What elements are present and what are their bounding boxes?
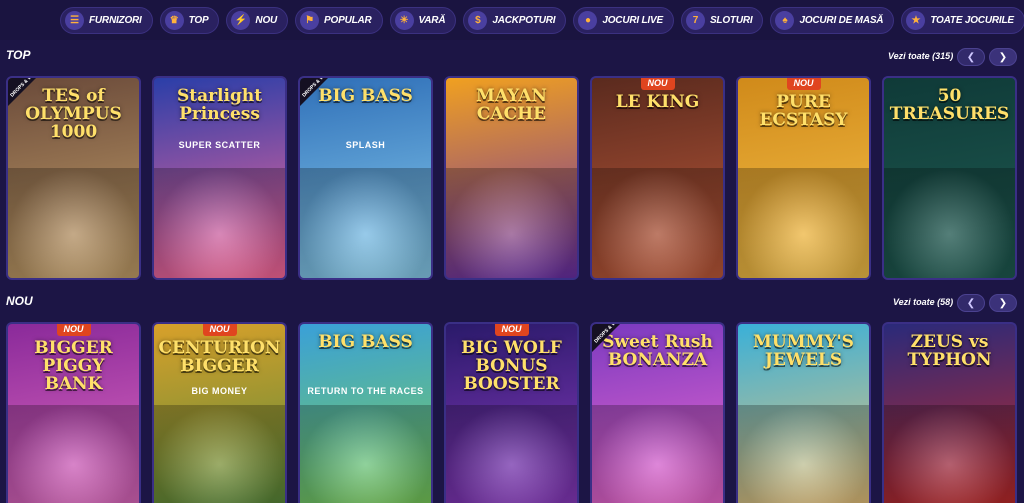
game-artwork [8, 168, 139, 278]
live-icon: ● [578, 10, 598, 30]
game-card[interactable]: Sweet Rush BONANZA DROPS & WINS [590, 322, 725, 503]
game-card[interactable]: Starlight Princess SUPER SCATTER [152, 76, 287, 280]
category-chip-label: JOCURI LIVE [602, 14, 663, 26]
game-title: BIG BASS [318, 332, 413, 352]
category-chip[interactable]: ☰ FURNIZORI [60, 6, 153, 34]
game-artwork [300, 405, 431, 503]
game-card[interactable]: BIG BASS RETURN TO THE RACES [298, 322, 433, 503]
new-badge: NOU [786, 78, 821, 90]
category-chip-label: POPULAR [324, 14, 372, 26]
game-title: BIG WOLF BONUS BOOSTER [461, 338, 562, 394]
game-artwork [8, 405, 139, 503]
category-chip[interactable]: ♛ TOP [159, 6, 220, 34]
star-icon: ★ [906, 10, 926, 30]
section-title-new: NOU [6, 294, 33, 308]
bolt-icon: ⚡ [231, 10, 251, 30]
new-badge: NOU [56, 324, 91, 336]
game-title: 50 TREASURES [889, 86, 1010, 124]
next-arrow-new-button[interactable]: ❯ [989, 294, 1017, 312]
game-title: LE KING [615, 92, 700, 112]
game-card[interactable]: CENTURION BIGGER BIG MONEY NOU [152, 322, 287, 503]
category-chip-label: TOATE JOCURILE [930, 14, 1014, 26]
category-chip-label: NOU [255, 14, 278, 26]
game-title: CENTURION BIGGER [158, 338, 281, 376]
category-chip[interactable]: 7 SLOTURI [680, 6, 764, 34]
see-all-new-link[interactable]: Vezi toate (58) [893, 297, 953, 307]
game-card[interactable]: TES of OLYMPUS 1000 DROPS & WINS [6, 76, 141, 280]
game-subtitle: SPLASH [345, 140, 386, 150]
flag-icon: ⚑ [300, 10, 320, 30]
game-title: BIGGER PIGGY BANK [34, 338, 113, 394]
see-all-top-link[interactable]: Vezi toate (315) [888, 51, 953, 61]
game-title: PURE ECSTASY [759, 92, 848, 130]
new-badge: NOU [202, 324, 237, 336]
game-artwork [884, 168, 1015, 278]
game-card[interactable]: MUMMY'S JEWELS [736, 322, 871, 503]
category-chip-label: FURNIZORI [89, 14, 142, 26]
category-chip[interactable]: ● JOCURI LIVE [573, 6, 674, 34]
game-title: Starlight Princess [176, 86, 263, 124]
game-card[interactable]: MAYAN CACHE [444, 76, 579, 280]
game-artwork [446, 405, 577, 503]
game-title: ZEUS vs TYPHON [907, 332, 992, 370]
game-artwork [300, 168, 431, 278]
cards-icon: ♠ [775, 10, 795, 30]
game-card[interactable]: ZEUS vs TYPHON [882, 322, 1017, 503]
chevron-left-icon: ❮ [966, 297, 976, 309]
category-chip-label: VARĂ [418, 14, 446, 26]
game-subtitle: BIG MONEY [191, 386, 248, 396]
game-artwork [446, 168, 577, 278]
category-chip-label: SLOTURI [709, 14, 753, 26]
slot-icon: 7 [685, 10, 705, 30]
game-artwork [738, 168, 869, 278]
palm-icon: ☀ [394, 10, 414, 30]
new-badge: NOU [640, 78, 675, 90]
game-card[interactable]: BIGGER PIGGY BANK NOU [6, 322, 141, 503]
game-title: MUMMY'S JEWELS [753, 332, 854, 370]
category-chip[interactable]: $ JACKPOTURI [463, 6, 567, 34]
prev-arrow-top-button[interactable]: ❮ [957, 48, 985, 66]
new-badge: NOU [494, 324, 529, 336]
chevron-right-icon: ❯ [998, 297, 1008, 309]
game-artwork [592, 168, 723, 278]
chevron-left-icon: ❮ [966, 51, 976, 63]
crown-icon: ♛ [164, 10, 184, 30]
chevron-right-icon: ❯ [998, 51, 1008, 63]
new-games-row: BIGGER PIGGY BANK NOU CENTURION BIGGER BIG … [6, 322, 1017, 503]
game-card[interactable]: BIG WOLF BONUS BOOSTER NOU [444, 322, 579, 503]
game-card[interactable]: BIG BASS SPLASH DROPS & WINS [298, 76, 433, 280]
category-chip[interactable]: ⚡ NOU [226, 6, 289, 34]
game-artwork [738, 405, 869, 503]
game-artwork [592, 405, 723, 503]
prev-arrow-new-button[interactable]: ❮ [957, 294, 985, 312]
category-chip[interactable]: ⚑ POPULAR [295, 6, 383, 34]
top-games-row: TES of OLYMPUS 1000 DROPS & WINS Starlight… [6, 76, 1017, 280]
category-chip-label: TOP [188, 14, 209, 26]
game-artwork [884, 405, 1015, 503]
game-card[interactable]: PURE ECSTASY NOU [736, 76, 871, 280]
category-chip[interactable]: ★ TOATE JOCURILE [901, 6, 1024, 34]
game-artwork [154, 405, 285, 503]
section-title-top: TOP [6, 48, 31, 62]
category-chip[interactable]: ♠ JOCURI DE MASĂ [770, 6, 895, 34]
category-chip-label: JACKPOTURI [492, 14, 556, 26]
game-subtitle: RETURN TO THE RACES [307, 386, 424, 396]
category-bar: ☰ FURNIZORI ♛ TOP ⚡ NOU ⚑ POPULAR ☀ VARĂ $ JACKPOTU… [0, 0, 1024, 40]
coins-icon: $ [468, 10, 488, 30]
game-title: MAYAN CACHE [476, 86, 547, 124]
game-card[interactable]: LE KING NOU [590, 76, 725, 280]
category-chip[interactable]: ☀ VARĂ [389, 6, 457, 34]
category-chip-label: JOCURI DE MASĂ [799, 14, 884, 26]
game-artwork [154, 168, 285, 278]
next-arrow-top-button[interactable]: ❯ [989, 48, 1017, 66]
game-subtitle: SUPER SCATTER [178, 140, 261, 150]
providers-icon: ☰ [65, 10, 84, 30]
game-card[interactable]: 50 TREASURES [882, 76, 1017, 280]
